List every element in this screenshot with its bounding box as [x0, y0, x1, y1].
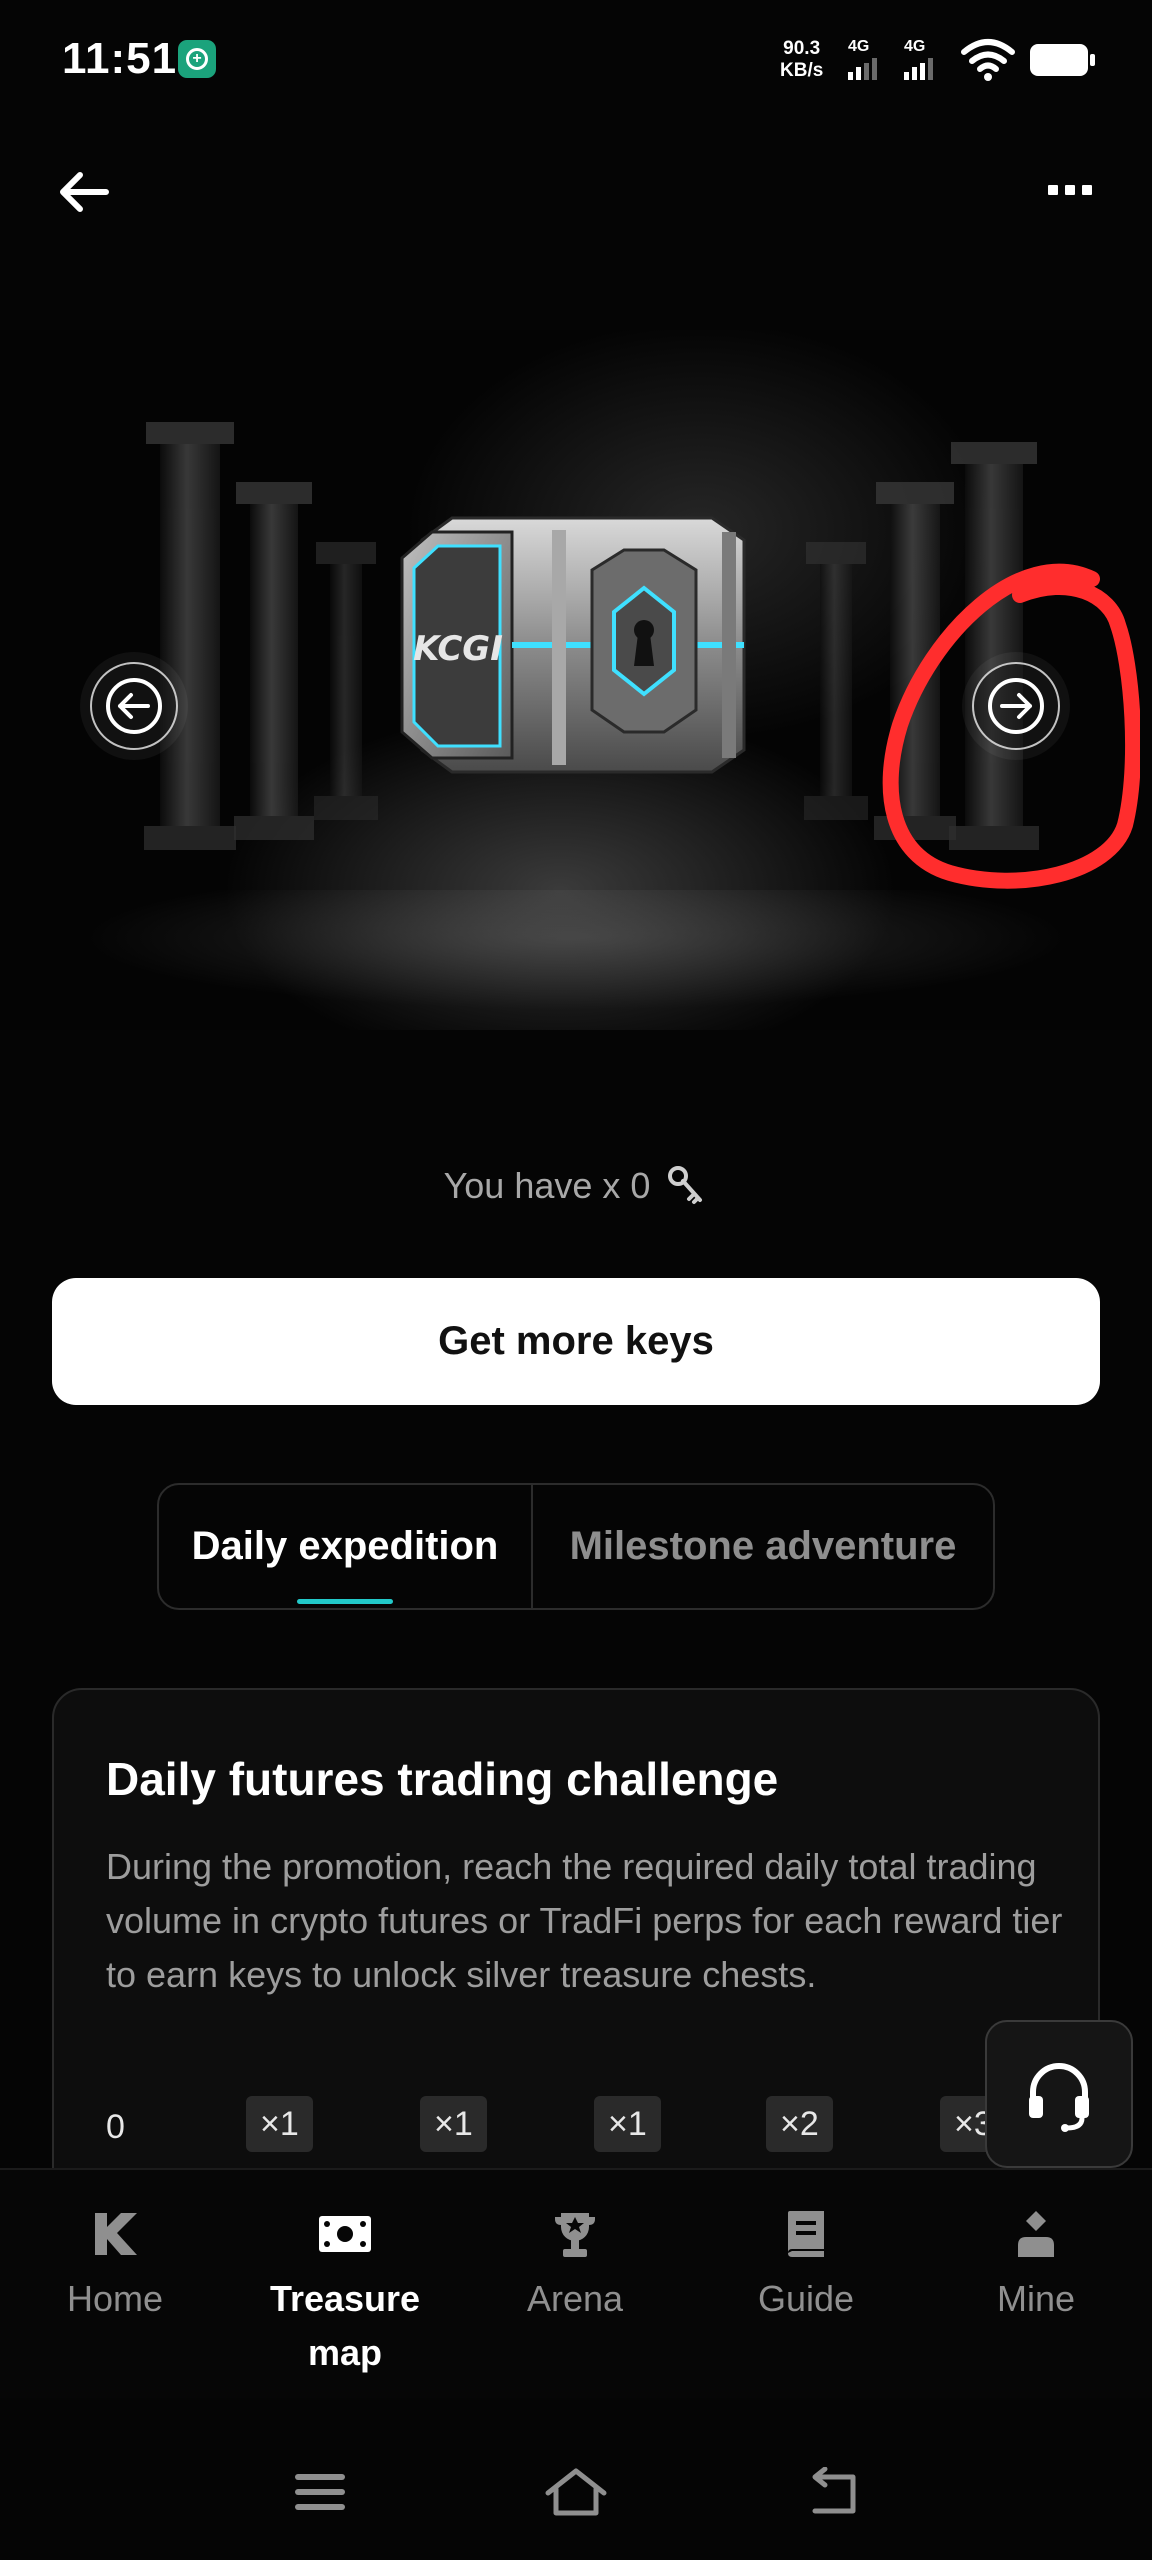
tab-label: Milestone adventure: [569, 1524, 957, 1568]
nav-label: Arena: [526, 2278, 624, 2319]
trophy-icon: [547, 2206, 603, 2262]
more-options-button[interactable]: [1040, 170, 1100, 210]
network-speed: 90.3 KB/s: [780, 38, 823, 82]
user-icon: [1008, 2206, 1064, 2262]
tier-reward-badge: ×1: [594, 2096, 661, 2152]
signal-2-label: 4G: [904, 38, 926, 55]
tab-bar: Daily expedition Milestone adventure: [157, 1483, 995, 1610]
customer-support-button[interactable]: [985, 2020, 1133, 2168]
home-icon: [545, 2468, 607, 2516]
k-logo-icon: [87, 2206, 143, 2262]
status-bar: 11:51 + 90.3 KB/s 4G 4G: [0, 0, 1152, 130]
get-more-keys-button[interactable]: Get more keys: [52, 1278, 1100, 1405]
challenge-description: During the promotion, reach the required…: [106, 1846, 1063, 1995]
book-icon: [778, 2206, 834, 2262]
system-back-button[interactable]: [792, 2452, 872, 2532]
arrow-left-icon: [60, 172, 109, 212]
pillar-decoration: [234, 482, 314, 840]
shield-plus-icon: +: [178, 40, 216, 78]
challenge-title: Daily futures trading challenge: [106, 1753, 779, 1805]
tier-reward-badge: ×1: [246, 2096, 313, 2152]
floor-glow: [80, 890, 1072, 1010]
signal-1-label: 4G: [848, 38, 870, 55]
network-speed-value: 90.3: [783, 38, 821, 59]
cellular-signal-1: 4G: [848, 38, 877, 80]
signal-bars-icon: [904, 58, 933, 80]
headset-icon: [1029, 2063, 1089, 2132]
chest-logo-text: KCGI: [413, 629, 503, 669]
nav-label: Home: [66, 2278, 164, 2319]
treasure-map-icon: [317, 2206, 373, 2262]
more-dots-icon: [1048, 185, 1058, 195]
signal-bars-icon: [848, 58, 877, 80]
tab-label: Daily expedition: [191, 1524, 499, 1568]
nav-home[interactable]: Home: [15, 2206, 215, 2326]
keys-count-text: You have x 0: [443, 1165, 651, 1206]
network-speed-unit: KB/s: [780, 60, 824, 81]
previous-chest-button[interactable]: [90, 662, 178, 750]
nav-treasure-map[interactable]: Treasure map: [245, 2206, 445, 2380]
treasure-chest-image: KCGI: [400, 516, 746, 774]
menu-icon: [295, 2474, 345, 2510]
system-menu-button[interactable]: [280, 2452, 360, 2532]
key-icon: [668, 1166, 703, 1204]
nav-label: Treasure map: [269, 2278, 421, 2373]
pillar-decoration: [314, 542, 378, 820]
nav-label: Guide: [757, 2278, 855, 2319]
cellular-signal-2: 4G: [904, 38, 933, 80]
pillar-decoration: [804, 542, 868, 820]
back-button[interactable]: [52, 160, 116, 224]
nav-label: Mine: [996, 2278, 1076, 2319]
nav-arena[interactable]: Arena: [475, 2206, 675, 2326]
active-tab-indicator: [297, 1599, 393, 1604]
system-home-button[interactable]: [536, 2452, 616, 2532]
arrow-left-circle-icon: [106, 678, 162, 734]
status-time: 11:51: [62, 34, 178, 83]
annotation-circle: [882, 563, 1140, 889]
wifi-icon: [961, 39, 1015, 81]
back-icon: [812, 2467, 856, 2514]
tier-reward-badge: ×2: [766, 2096, 833, 2152]
nav-mine[interactable]: Mine: [936, 2206, 1136, 2326]
tab-milestone-adventure[interactable]: Milestone adventure: [531, 1485, 993, 1608]
tab-daily-expedition[interactable]: Daily expedition: [159, 1485, 531, 1608]
bottom-navigation: Home Treasure map Arena Guide Mine: [0, 2168, 1152, 2398]
pillar-decoration: [144, 422, 236, 850]
keys-count: You have x 0: [0, 1164, 1152, 1208]
nav-guide[interactable]: Guide: [706, 2206, 906, 2326]
battery-icon: [1030, 44, 1095, 76]
tier-start-value: 0: [106, 2108, 125, 2146]
system-navigation-bar: [0, 2400, 1152, 2560]
tier-reward-badge: ×1: [420, 2096, 487, 2152]
